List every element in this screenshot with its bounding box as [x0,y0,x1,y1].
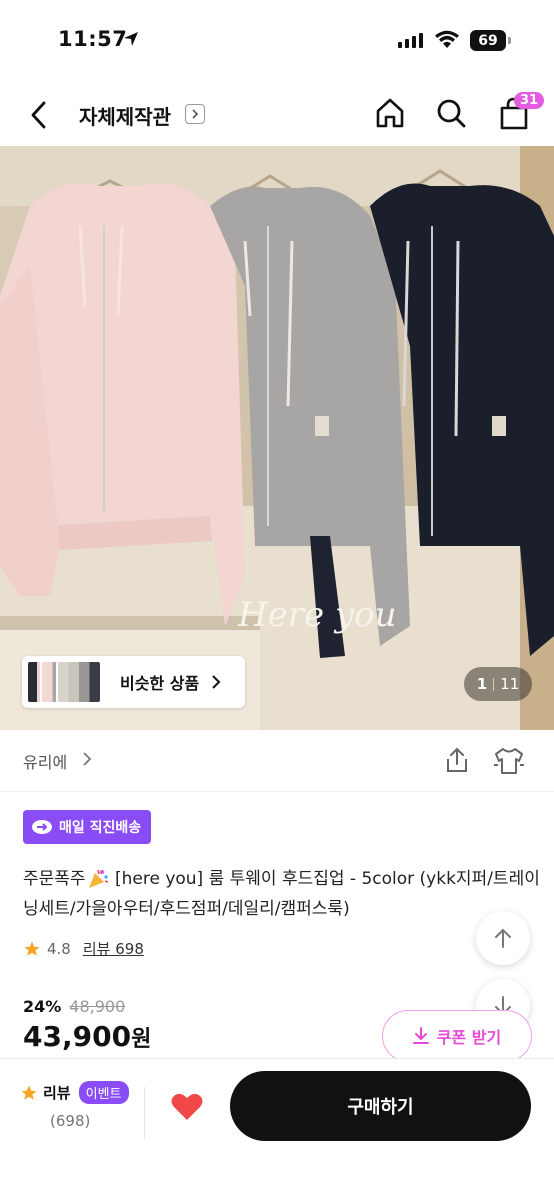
product-photo: Here you [0,146,554,730]
original-price: 48,900 [69,997,126,1016]
sale-price: 43,900원 [23,1020,151,1053]
similar-thumbnails [26,660,102,704]
bottom-action-bar: 리뷰 이벤트 (698) 구매하기 [0,1058,554,1200]
status-time: 11:57 [58,27,128,51]
similar-thumb [56,660,102,704]
size-shirt-icon[interactable] [492,746,526,776]
back-icon[interactable] [26,98,54,132]
location-arrow-icon [124,32,138,46]
heart-icon[interactable] [170,1092,204,1122]
star-icon [21,1085,37,1100]
top-nav: 자체제작관 31 [0,84,554,146]
cart-count-badge: 31 [514,92,545,109]
product-image-carousel[interactable]: Here you 비슷한 상품 1 11 [0,146,554,730]
brand-row: 유리에 [0,730,554,792]
download-icon [412,1027,429,1044]
buy-button[interactable]: 구매하기 [230,1071,531,1141]
review-summary-button[interactable]: 리뷰 이벤트 (698) [20,1081,140,1141]
discount-row: 24% 48,900 [23,997,125,1016]
share-icon[interactable] [444,746,470,774]
delivery-icon [32,820,52,834]
similar-products-label: 비슷한 상품 [120,674,200,693]
event-badge: 이벤트 [78,1081,129,1104]
arrow-up-icon [495,928,511,948]
review-label: 리뷰 [43,1084,71,1102]
home-icon[interactable] [373,96,407,130]
title-prefix: 주문폭주 [23,869,86,889]
store-chevron-icon[interactable] [185,104,205,124]
status-bar: 11:57 69 [0,0,554,84]
discount-rate: 24% [23,997,62,1016]
store-title[interactable]: 자체제작관 [79,101,171,130]
image-watermark: Here you [237,595,397,635]
delivery-badge-label: 매일 직진배송 [59,820,142,836]
search-icon[interactable] [434,96,468,130]
price-value: 43,900 [23,1020,132,1053]
chevron-right-icon [212,675,221,689]
similar-products-button[interactable]: 비슷한 상품 [22,656,245,708]
scroll-up-button[interactable] [476,911,530,965]
image-counter-total: 11 [500,675,520,693]
star-icon [24,941,40,956]
brand-name-link[interactable]: 유리에 [23,749,67,773]
battery-icon: 69 [470,30,511,51]
image-counter-current: 1 [476,675,488,693]
chevron-right-icon[interactable] [82,751,92,767]
delivery-badge: 매일 직진배송 [23,810,152,844]
wifi-icon [435,30,459,48]
rating-value: 4.8 [47,939,71,958]
rating-row: 4.8 리뷰 698 [23,938,144,959]
product-title: 주문폭주 [here you] 룸 투웨이 후드집업 - 5color (ykk… [23,864,543,924]
party-popper-icon [88,869,108,888]
review-count: (698) [50,1112,91,1130]
image-counter: 1 11 [464,667,532,701]
signal-icon [398,33,423,48]
price-unit: 원 [131,1027,152,1052]
review-link[interactable]: 리뷰 698 [83,938,144,959]
divider [144,1087,145,1139]
coupon-button[interactable]: 쿠폰 받기 [382,1010,532,1062]
coupon-label: 쿠폰 받기 [436,1028,502,1047]
